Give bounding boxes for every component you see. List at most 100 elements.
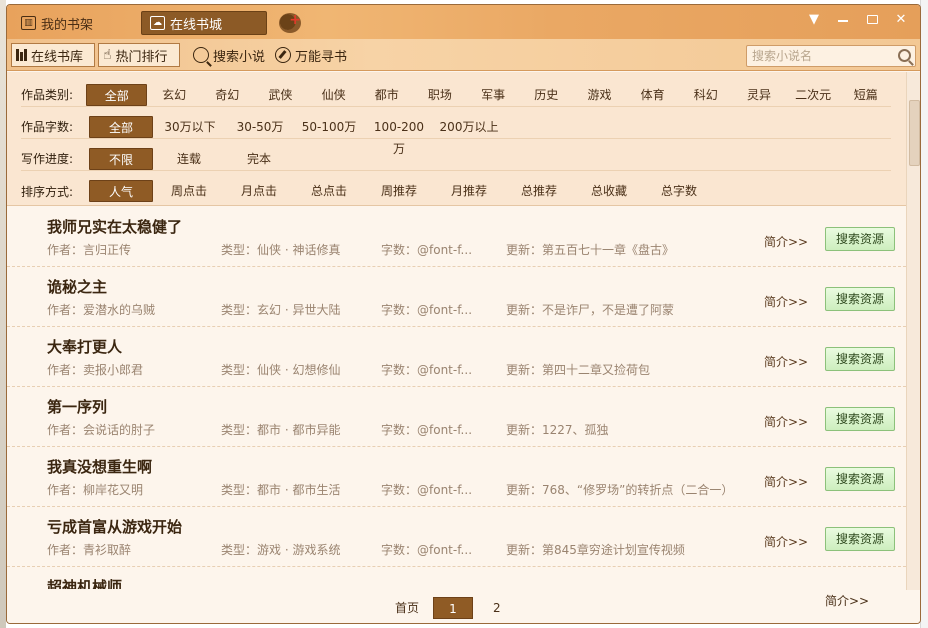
app-window: ▥ 我的书架 ☁ 在线书城 + ▼ ✕ 在线书库 ☝ 热门排行 搜索小说 万能寻… bbox=[6, 4, 921, 624]
search-submit-icon[interactable] bbox=[898, 49, 911, 62]
novel-search-input[interactable]: 搜索小说名 bbox=[746, 45, 916, 67]
book-author: 作者：柳岸花又明 bbox=[47, 483, 144, 497]
filter-option[interactable]: 总推荐 bbox=[505, 180, 573, 202]
tab-my-bookshelf-label: 我的书架 bbox=[41, 17, 94, 33]
search-resource-button[interactable]: 搜索资源 bbox=[825, 347, 895, 371]
search-resource-button[interactable]: 搜索资源 bbox=[825, 287, 895, 311]
filter-option[interactable]: 30-50万 bbox=[227, 116, 293, 138]
book-title[interactable]: 我真没想重生啊 bbox=[47, 456, 152, 477]
filter-option[interactable]: 职场 bbox=[413, 84, 466, 106]
filter-option[interactable]: 总字数 bbox=[645, 180, 713, 202]
filter-option[interactable]: 不限 bbox=[89, 147, 153, 170]
close-icon[interactable]: ✕ bbox=[888, 9, 914, 29]
filter-option[interactable]: 总收藏 bbox=[573, 180, 645, 202]
book-author: 作者：会说话的肘子 bbox=[47, 423, 156, 437]
filter-option[interactable]: 月推荐 bbox=[433, 180, 505, 202]
toolbar: 在线书库 ☝ 热门排行 搜索小说 万能寻书 搜索小说名 bbox=[7, 39, 920, 71]
bookshelf-icon: ▥ bbox=[21, 16, 36, 30]
search-icon bbox=[193, 47, 209, 63]
online-library-button[interactable]: 在线书库 bbox=[11, 43, 95, 67]
list-item: 超神机械师 bbox=[7, 567, 906, 589]
page-2-link[interactable]: 2 bbox=[493, 597, 501, 619]
filter-option[interactable]: 月点击 bbox=[225, 180, 293, 202]
filter-option[interactable]: 50-100万 bbox=[293, 116, 365, 138]
book-latest-update: 更新：768、“修罗场”的转折点（二合一） bbox=[506, 483, 734, 497]
restore-icon[interactable] bbox=[859, 9, 885, 29]
filter-option[interactable]: 人气 bbox=[89, 180, 153, 202]
book-author: 作者：爱潜水的乌贼 bbox=[47, 303, 156, 317]
search-resource-button[interactable]: 搜索资源 bbox=[825, 527, 895, 551]
filter-option[interactable]: 周推荐 bbox=[365, 180, 433, 202]
intro-link[interactable]: 简介>> bbox=[764, 233, 808, 250]
filter-option[interactable]: 100-200万 bbox=[365, 116, 433, 156]
search-resource-button[interactable]: 搜索资源 bbox=[825, 227, 895, 251]
book-type: 类型：玄幻 · 异世大陆 bbox=[221, 303, 341, 317]
book-title[interactable]: 诡秘之主 bbox=[47, 276, 107, 297]
filter-option[interactable]: 奇幻 bbox=[201, 84, 254, 106]
filter-option[interactable]: 全部 bbox=[86, 83, 148, 106]
book-title[interactable]: 超神机械师 bbox=[47, 576, 122, 589]
intro-link[interactable]: 简介>> bbox=[764, 473, 808, 490]
universal-search-button[interactable]: 万能寻书 bbox=[271, 43, 351, 67]
menu-dropdown-icon[interactable]: ▼ bbox=[801, 9, 827, 29]
thumbs-up-icon: ☝ bbox=[103, 47, 112, 63]
list-item: 我师兄实在太稳健了 作者：言归正传 类型：仙侠 · 神话修真 字数：@font-… bbox=[7, 207, 906, 267]
intro-link[interactable]: 简介>> bbox=[764, 293, 808, 310]
pagination: 首页 1 2 简介>> bbox=[7, 590, 920, 623]
filter-row-category: 作品类别: 全部 玄幻 奇幻 武侠 仙侠 都市 职场 军事 历史 游戏 体育 科… bbox=[21, 83, 891, 107]
filter-row-word-count: 作品字数: 全部 30万以下 30-50万 50-100万 100-200万 2… bbox=[21, 115, 891, 156]
current-page[interactable]: 1 bbox=[433, 597, 473, 619]
book-word-count: 字数：@font-f... bbox=[381, 423, 473, 437]
book-word-count: 字数：@font-f... bbox=[381, 243, 473, 257]
filter-option[interactable]: 历史 bbox=[520, 84, 573, 106]
filter-option[interactable]: 30万以下 bbox=[153, 116, 227, 138]
filter-option[interactable]: 武侠 bbox=[254, 84, 307, 106]
book-title[interactable]: 大奉打更人 bbox=[47, 336, 122, 357]
search-resource-button[interactable]: 搜索资源 bbox=[825, 407, 895, 431]
first-page-link[interactable]: 首页 bbox=[395, 597, 419, 619]
book-author: 作者：卖报小郎君 bbox=[47, 363, 144, 377]
filter-option[interactable]: 短篇 bbox=[841, 84, 891, 106]
filter-option[interactable]: 200万以上 bbox=[433, 116, 505, 138]
filter-option[interactable]: 玄幻 bbox=[147, 84, 200, 106]
filter-label: 写作进度: bbox=[21, 152, 74, 166]
filter-option[interactable]: 完本 bbox=[225, 148, 293, 170]
filter-option[interactable]: 周点击 bbox=[153, 180, 225, 202]
book-title[interactable]: 第一序列 bbox=[47, 396, 107, 417]
intro-link[interactable]: 简介>> bbox=[764, 413, 808, 430]
search-novel-button[interactable]: 搜索小说 bbox=[189, 43, 269, 67]
search-placeholder: 搜索小说名 bbox=[752, 49, 813, 63]
search-novel-label: 搜索小说 bbox=[213, 49, 266, 65]
book-type: 类型：都市 · 都市生活 bbox=[221, 483, 341, 497]
hot-ranking-button[interactable]: ☝ 热门排行 bbox=[98, 43, 180, 67]
window-controls: ▼ ✕ bbox=[801, 9, 914, 29]
scrollbar-thumb[interactable] bbox=[909, 100, 920, 166]
book-title[interactable]: 亏成首富从游戏开始 bbox=[47, 516, 182, 537]
tab-my-bookshelf[interactable]: ▥ 我的书架 bbox=[13, 11, 101, 35]
intro-link[interactable]: 简介>> bbox=[764, 533, 808, 550]
intro-link[interactable]: 简介>> bbox=[764, 353, 808, 370]
filter-option[interactable]: 游戏 bbox=[573, 84, 626, 106]
filter-option[interactable]: 仙侠 bbox=[307, 84, 360, 106]
filter-option[interactable]: 体育 bbox=[626, 84, 679, 106]
search-resource-button[interactable]: 搜索资源 bbox=[825, 467, 895, 491]
filter-option[interactable]: 全部 bbox=[89, 115, 153, 138]
vertical-scrollbar[interactable] bbox=[906, 72, 920, 590]
list-item: 我真没想重生啊 作者：柳岸花又明 类型：都市 · 都市生活 字数：@font-f… bbox=[7, 447, 906, 507]
filter-option[interactable]: 科幻 bbox=[679, 84, 732, 106]
filter-option[interactable]: 军事 bbox=[467, 84, 520, 106]
filter-option[interactable]: 总点击 bbox=[293, 180, 365, 202]
online-library-label: 在线书库 bbox=[31, 49, 84, 65]
filter-option[interactable]: 灵异 bbox=[732, 84, 785, 106]
filter-label: 排序方式: bbox=[21, 184, 74, 199]
minimize-icon[interactable] bbox=[830, 9, 856, 29]
book-type: 类型：都市 · 都市异能 bbox=[221, 423, 341, 437]
tab-online-bookstore[interactable]: ☁ 在线书城 bbox=[141, 11, 267, 35]
filter-row-sort: 排序方式: 人气 周点击 月点击 总点击 周推荐 月推荐 总推荐 总收藏 总字数 bbox=[21, 179, 891, 203]
filter-option[interactable]: 都市 bbox=[360, 84, 413, 106]
app-logo-icon[interactable]: + bbox=[279, 13, 301, 33]
filter-option[interactable]: 二次元 bbox=[786, 84, 841, 106]
book-title[interactable]: 我师兄实在太稳健了 bbox=[47, 216, 182, 237]
filter-option[interactable]: 连载 bbox=[153, 148, 225, 170]
intro-link[interactable]: 简介>> bbox=[825, 590, 869, 612]
